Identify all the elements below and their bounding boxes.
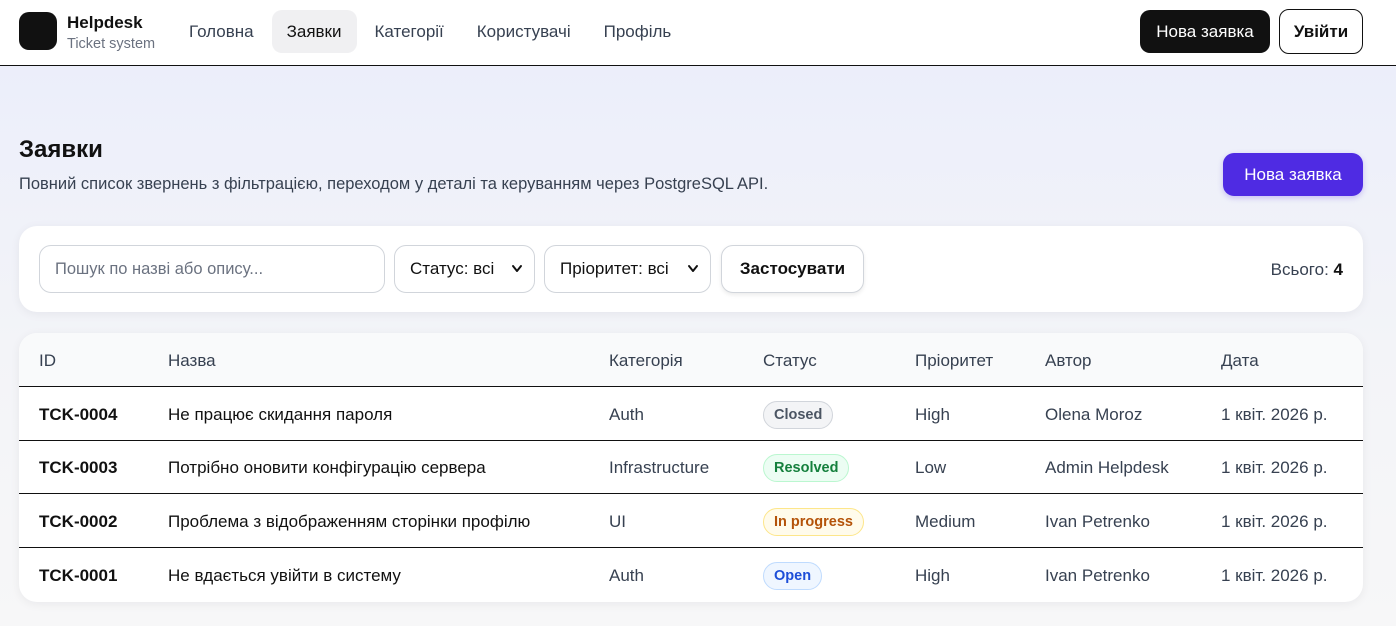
- status-badge: In progress: [763, 508, 864, 536]
- column-header-status[interactable]: Статус: [763, 351, 817, 371]
- main-nav: Головна Заявки Категорії Користувачі Про…: [174, 10, 689, 53]
- ticket-category: Auth: [609, 405, 644, 424]
- ticket-id[interactable]: TCK-0004: [39, 405, 117, 425]
- nav-item-profile[interactable]: Профіль: [589, 10, 687, 53]
- ticket-title[interactable]: Проблема з відображенням сторінки профіл…: [168, 512, 530, 532]
- ticket-author: Olena Moroz: [1045, 405, 1143, 424]
- ticket-title[interactable]: Не працює скидання пароля: [168, 405, 392, 425]
- ticket-title[interactable]: Потрібно оновити конфігурацію сервера: [168, 458, 486, 478]
- chevron-down-icon: [511, 246, 523, 311]
- ticket-id[interactable]: TCK-0003: [39, 458, 117, 478]
- total-count: Всього: 4: [1271, 260, 1343, 280]
- column-header-id[interactable]: ID: [39, 351, 56, 371]
- ticket-author: Admin Helpdesk: [1045, 458, 1169, 477]
- table-row[interactable]: TCK-0003 Потрібно оновити конфігурацію с…: [19, 440, 1363, 494]
- ticket-date: 1 квіт. 2026 р.: [1221, 405, 1328, 424]
- column-header-category[interactable]: Категорія: [609, 351, 683, 371]
- apply-filters-button[interactable]: Застосувати: [721, 245, 864, 293]
- status-select-value: Статус: всі: [410, 259, 495, 278]
- top-navigation-bar: Helpdesk Ticket system Головна Заявки Ка…: [0, 0, 1396, 66]
- table-row[interactable]: TCK-0001 Не вдається увійти в систему Au…: [19, 548, 1363, 602]
- column-header-author[interactable]: Автор: [1045, 351, 1092, 371]
- nav-item-users[interactable]: Користувачі: [462, 10, 586, 53]
- total-value: 4: [1333, 260, 1343, 279]
- tickets-table: ID Назва Категорія Статус Пріоритет Авто…: [19, 333, 1363, 602]
- brand-title: Helpdesk: [67, 13, 143, 32]
- brand-subtitle: Ticket system: [67, 36, 156, 52]
- table-header: ID Назва Категорія Статус Пріоритет Авто…: [19, 333, 1363, 387]
- nav-item-categories[interactable]: Категорії: [360, 10, 459, 53]
- page-title: Заявки: [19, 136, 103, 163]
- status-badge: Resolved: [763, 454, 850, 482]
- ticket-category: UI: [609, 512, 626, 531]
- priority-select-value: Пріоритет: всі: [560, 259, 669, 278]
- nav-item-home[interactable]: Головна: [174, 10, 269, 53]
- nav-item-tickets[interactable]: Заявки: [271, 10, 357, 53]
- total-label: Всього:: [1270, 260, 1329, 279]
- column-header-priority[interactable]: Пріоритет: [915, 351, 993, 371]
- column-header-date[interactable]: Дата: [1221, 351, 1259, 371]
- ticket-priority: Medium: [915, 512, 976, 531]
- ticket-priority: High: [915, 566, 950, 585]
- header-new-ticket-button[interactable]: Нова заявка: [1140, 10, 1270, 53]
- ticket-author: Ivan Petrenko: [1045, 566, 1150, 585]
- ticket-priority: Low: [915, 458, 947, 477]
- ticket-category: Infrastructure: [609, 458, 710, 477]
- ticket-category: Auth: [609, 566, 644, 585]
- status-badge: Open: [763, 562, 823, 590]
- table-row[interactable]: TCK-0002 Проблема з відображенням сторін…: [19, 494, 1363, 548]
- search-input[interactable]: [39, 245, 385, 293]
- status-select[interactable]: Статус: всі: [394, 245, 535, 293]
- ticket-id[interactable]: TCK-0002: [39, 512, 117, 532]
- table-row[interactable]: TCK-0004 Не працює скидання пароля Auth …: [19, 387, 1363, 441]
- new-ticket-button[interactable]: Нова заявка: [1223, 153, 1363, 196]
- ticket-author: Ivan Petrenko: [1045, 512, 1150, 531]
- chevron-down-icon: [687, 246, 699, 311]
- login-button[interactable]: Увійти: [1279, 9, 1363, 54]
- status-badge: Closed: [763, 401, 834, 429]
- ticket-title[interactable]: Не вдається увійти в систему: [168, 566, 401, 586]
- filter-panel: Статус: всі Пріоритет: всі Застосувати В…: [19, 226, 1363, 312]
- page-subtitle: Повний список звернень з фільтрацією, пе…: [19, 175, 769, 193]
- ticket-priority: High: [915, 405, 950, 424]
- ticket-date: 1 квіт. 2026 р.: [1221, 566, 1328, 585]
- ticket-date: 1 квіт. 2026 р.: [1221, 458, 1328, 477]
- priority-select[interactable]: Пріоритет: всі: [544, 245, 711, 293]
- ticket-date: 1 квіт. 2026 р.: [1221, 512, 1328, 531]
- logo-square-icon[interactable]: [19, 12, 57, 50]
- ticket-id[interactable]: TCK-0001: [39, 566, 117, 586]
- column-header-title[interactable]: Назва: [168, 351, 216, 371]
